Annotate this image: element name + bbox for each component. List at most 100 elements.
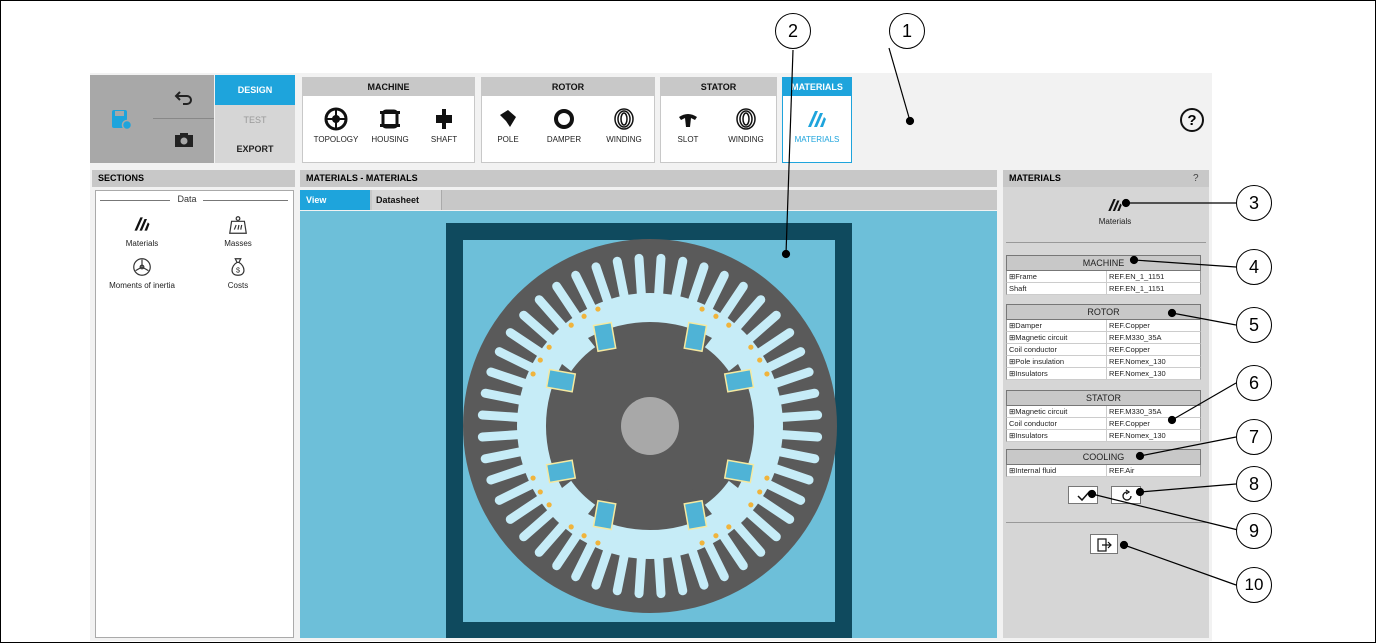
material-ref[interactable]: REF.EN_1_1151: [1106, 271, 1200, 282]
material-ref[interactable]: REF.Nomex_130: [1106, 368, 1200, 379]
winding-icon: [736, 108, 756, 130]
tab-view[interactable]: View: [300, 190, 370, 210]
rotor-winding-button[interactable]: WINDING: [596, 107, 652, 155]
material-ref[interactable]: REF.Air: [1106, 465, 1200, 476]
table-row[interactable]: Shaft REF.EN_1_1151: [1006, 283, 1201, 295]
undo-button[interactable]: [153, 75, 214, 119]
machine-group-title: MACHINE: [303, 78, 474, 96]
part-name: ⊞Internal fluid: [1009, 466, 1057, 475]
topology-icon: [324, 107, 348, 131]
damper-bar: [757, 489, 763, 495]
data-group-label: Data: [177, 194, 197, 204]
table-row[interactable]: ⊞Insulators REF.Nomex_130: [1006, 430, 1201, 442]
housing-icon: [380, 109, 400, 129]
shaft-icon: [436, 109, 452, 129]
table-title: STATOR: [1006, 390, 1201, 406]
camera-button[interactable]: [153, 119, 214, 163]
materials-table-cooling: COOLING ⊞Internal fluid REF.Air: [1006, 449, 1201, 477]
slot-button[interactable]: SLOT: [663, 107, 713, 155]
pole-icon: [500, 110, 516, 127]
material-ref[interactable]: REF.EN_1_1151: [1106, 283, 1200, 294]
material-ref[interactable]: REF.M330_35A: [1106, 406, 1200, 417]
field-coil: [592, 321, 617, 353]
main-header: MATERIALS - MATERIALS: [300, 170, 997, 187]
save-icon: [112, 110, 133, 131]
part-name: ⊞Frame: [1009, 272, 1037, 281]
shaft-label: SHAFT: [430, 135, 458, 144]
stator-winding-button[interactable]: WINDING: [718, 107, 774, 155]
topology-label: TOPOLOGY: [313, 135, 359, 144]
damper-bar: [546, 502, 552, 508]
pole-body: [675, 396, 745, 456]
materials-table-rotor: ROTOR ⊞Damper REF.Copper ⊞Magnetic circuit R…: [1006, 304, 1201, 380]
table-row[interactable]: Coil conductor REF.Copper: [1006, 418, 1201, 430]
table-row[interactable]: ⊞Frame REF.EN_1_1151: [1006, 271, 1201, 283]
material-ref[interactable]: REF.Copper: [1106, 344, 1200, 355]
damper-bar: [748, 344, 754, 350]
field-coil: [592, 499, 617, 531]
table-row[interactable]: Coil conductor REF.Copper: [1006, 344, 1201, 356]
section-masses[interactable]: Masses: [208, 214, 268, 254]
panel-icon-label: Materials: [1098, 217, 1132, 226]
material-ref[interactable]: REF.Nomex_130: [1106, 430, 1200, 441]
damper-bar: [764, 371, 770, 377]
design-button[interactable]: DESIGN: [215, 75, 295, 105]
damper-bar: [726, 322, 732, 328]
table-row[interactable]: ⊞Internal fluid REF.Air: [1006, 465, 1201, 477]
refresh-icon: [1122, 489, 1132, 501]
part-name: ⊞Insulators: [1009, 369, 1048, 378]
table-row[interactable]: ⊞Magnetic circuit REF.M330_35A: [1006, 332, 1201, 344]
shaft-button[interactable]: SHAFT: [418, 107, 470, 155]
material-ref[interactable]: REF.Copper: [1106, 418, 1200, 429]
field-coil: [545, 459, 577, 484]
housing-button[interactable]: HOUSING: [364, 107, 416, 155]
sections-header: SECTIONS: [92, 170, 295, 187]
part-name: ⊞Magnetic circuit: [1009, 333, 1068, 342]
camera-icon: [175, 133, 193, 147]
data-group-line-left: [100, 200, 170, 201]
machine-view[interactable]: [300, 211, 997, 639]
callout-2: 2: [775, 13, 811, 49]
topology-button[interactable]: TOPOLOGY: [308, 107, 364, 155]
exit-icon: [1097, 538, 1112, 552]
callout-8: 8: [1236, 466, 1272, 502]
apply-button[interactable]: [1068, 486, 1098, 504]
damper-label: DAMPER: [546, 135, 582, 144]
section-materials-label: Materials: [125, 239, 159, 248]
reset-button[interactable]: [1111, 486, 1141, 504]
pole-button[interactable]: POLE: [484, 107, 532, 155]
table-row[interactable]: ⊞Magnetic circuit REF.M330_35A: [1006, 406, 1201, 418]
slot-icon: [679, 114, 697, 127]
exit-button[interactable]: [1090, 534, 1118, 554]
damper-bar: [530, 475, 536, 481]
callout-5: 5: [1236, 307, 1272, 343]
materials-icon: [134, 217, 150, 231]
check-icon: [1077, 490, 1091, 502]
material-ref[interactable]: REF.Nomex_130: [1106, 356, 1200, 367]
materials-tab-button[interactable]: MATERIALS: [784, 107, 850, 155]
table-row[interactable]: ⊞Pole insulation REF.Nomex_130: [1006, 356, 1201, 368]
export-button[interactable]: EXPORT: [215, 134, 295, 163]
help-button[interactable]: ?: [1180, 108, 1204, 132]
section-moments-of-inertia[interactable]: Moments of inertia: [104, 256, 180, 302]
panel-materials-icon: Materials: [1080, 196, 1150, 232]
section-materials[interactable]: Materials: [112, 214, 172, 254]
table-row[interactable]: ⊞Insulators REF.Nomex_130: [1006, 368, 1201, 380]
test-button[interactable]: TEST: [215, 105, 295, 134]
section-costs-label: Costs: [227, 281, 249, 290]
tab-datasheet[interactable]: Datasheet: [372, 190, 442, 210]
section-costs[interactable]: $ Costs: [208, 256, 268, 302]
damper-bar: [568, 322, 574, 328]
machine-cross-section: [446, 223, 852, 639]
callout-9: 9: [1236, 513, 1272, 549]
save-button[interactable]: [90, 75, 153, 163]
table-row[interactable]: ⊞Damper REF.Copper: [1006, 320, 1201, 332]
material-ref[interactable]: REF.Copper: [1106, 320, 1200, 331]
panel-help-button[interactable]: ?: [1193, 170, 1207, 187]
field-coil: [683, 321, 708, 353]
damper-button[interactable]: DAMPER: [538, 107, 590, 155]
inertia-icon: [133, 258, 151, 276]
damper-bar: [568, 524, 574, 530]
damper-bar: [595, 540, 601, 546]
material-ref[interactable]: REF.M330_35A: [1106, 332, 1200, 343]
